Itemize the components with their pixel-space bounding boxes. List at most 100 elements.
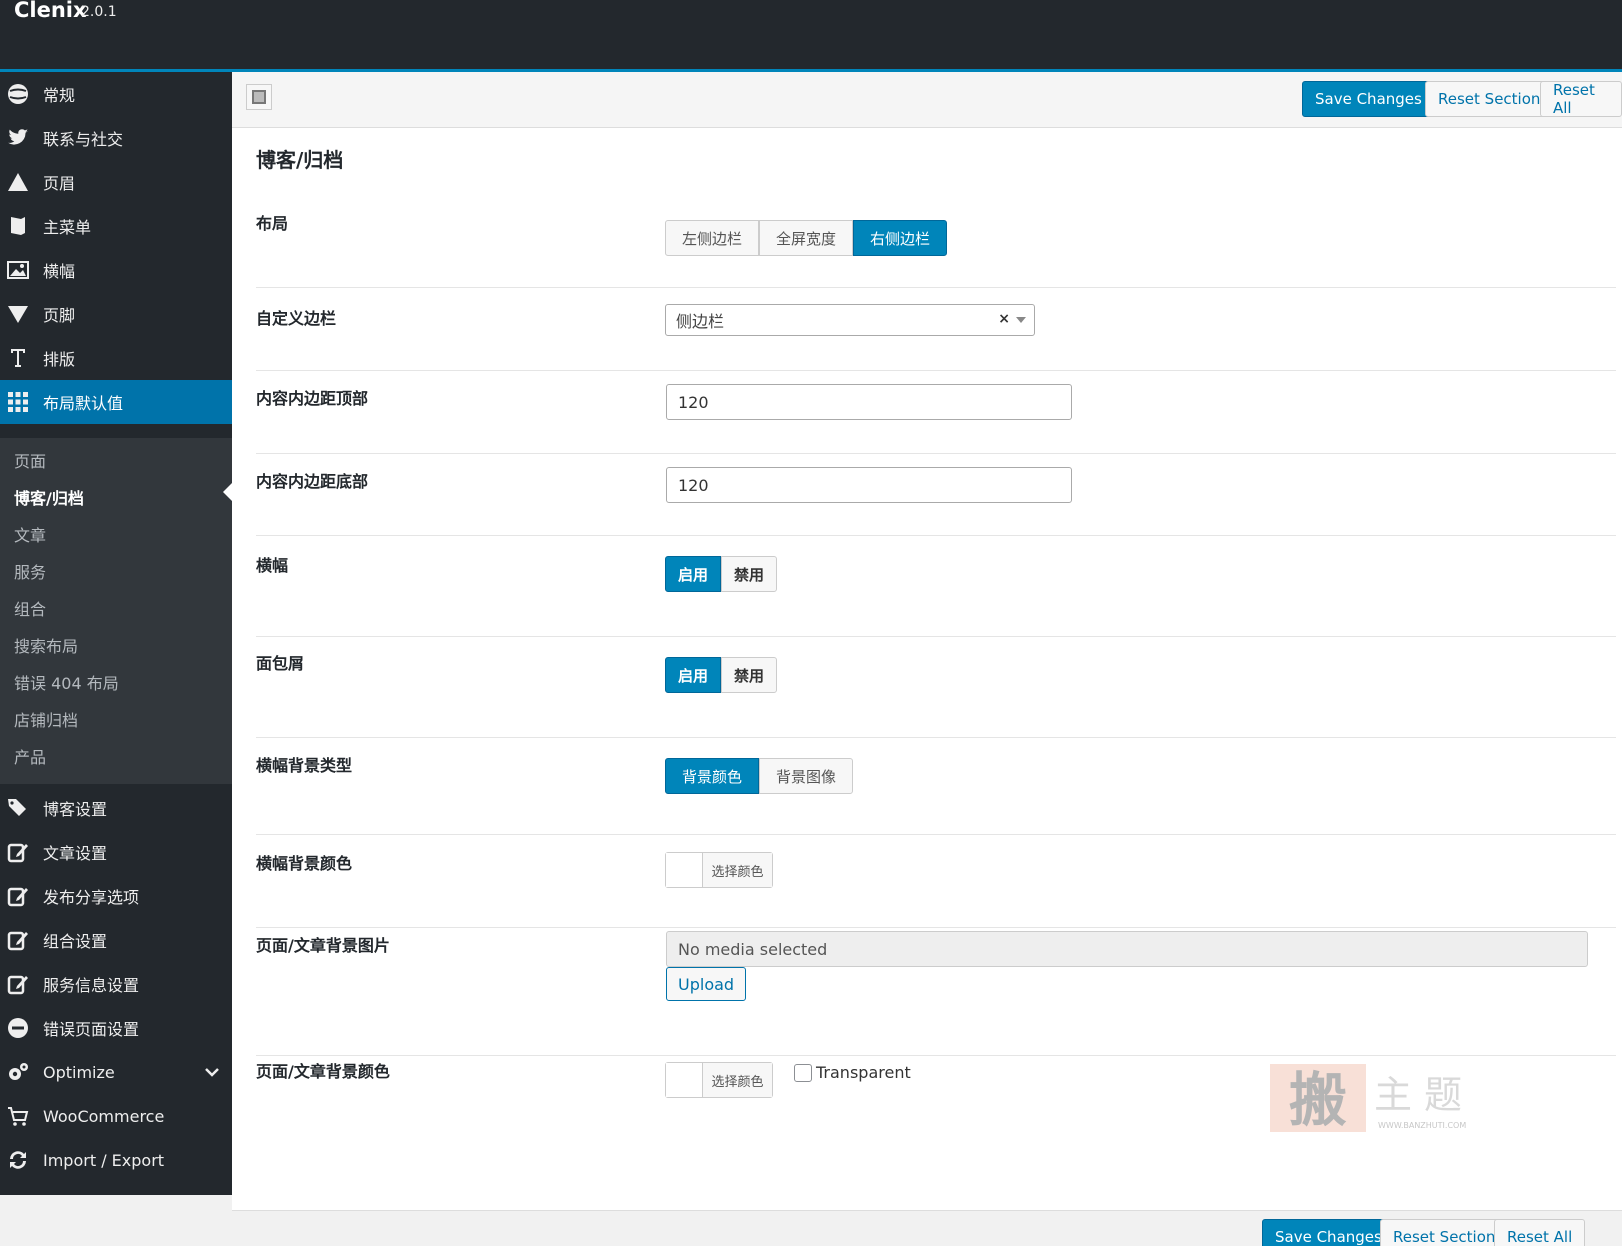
app-version: 2.0.1 [81,4,117,20]
banner-disable-button[interactable]: 禁用 [721,556,778,592]
submenu-item-post[interactable]: 文章 [14,522,46,546]
refresh-icon [5,1147,31,1173]
edit-icon [5,839,31,865]
bg-image-label: 页面/文章背景图片 [256,936,390,955]
divider [256,453,1616,454]
custom-sidebar-label: 自定义边栏 [256,309,337,328]
sidebar-item-label: 错误页面设置 [43,1020,140,1039]
reset-all-button-bottom[interactable]: Reset All [1494,1219,1586,1246]
minus-circle-icon [5,1015,31,1041]
divider [256,535,1616,536]
tags-icon [5,795,31,821]
layout-full-width-button[interactable]: 全屏宽度 [759,220,854,256]
select-color-label: 选择颜色 [703,1063,772,1097]
reset-section-button[interactable]: Reset Section [1425,81,1554,117]
banner-bg-color-label: 横幅背景颜色 [256,854,353,873]
banner-enable-button[interactable]: 启用 [665,556,722,592]
grid-icon [5,389,31,415]
transparent-checkbox[interactable] [794,1063,812,1082]
sidebar-item-banner[interactable]: 横幅 [0,248,232,292]
sidebar-item-post-settings[interactable]: 文章设置 [0,830,232,874]
banner-bg-image-option-button[interactable]: 背景图像 [759,758,854,794]
chevron-down-icon[interactable] [1016,317,1026,323]
section-title: 博客/归档 [256,148,344,172]
sidebar-item-typography[interactable]: 排版 [0,336,232,380]
breadcrumb-disable-button[interactable]: 禁用 [721,657,778,693]
gears-icon [5,1059,31,1085]
sidebar-item-label: Optimize [43,1062,115,1082]
breadcrumb-enable-button[interactable]: 启用 [665,657,722,693]
bg-color-picker[interactable]: 选择颜色 [665,1062,773,1098]
watermark-text: 主题 [1374,1073,1474,1117]
sidebar-item-header[interactable]: 页眉 [0,160,232,204]
sidebar-item-optimize[interactable]: Optimize [0,1050,232,1094]
submenu-item-404-layout[interactable]: 错误 404 布局 [14,670,119,694]
reset-all-button[interactable]: Reset All [1540,81,1622,117]
sidebar-item-label: 服务信息设置 [43,976,140,995]
sidebar-item-label: 博客设置 [43,800,108,819]
chevron-down-icon[interactable] [204,1064,220,1084]
top-header: Clenix 2.0.1 [0,0,1622,72]
banner-toggle-group: 启用 禁用 [665,556,778,592]
reset-section-button-bottom[interactable]: Reset Section [1380,1219,1509,1246]
current-indicator-arrow [223,483,232,501]
bottom-toolbar: Save Changes Reset Section Reset All [232,1210,1622,1246]
triangle-down-icon [5,301,31,327]
sidebar-item-label: 主菜单 [43,218,92,237]
sidebar-item-woocommerce[interactable]: WooCommerce [0,1094,232,1138]
sidebar-item-label: 文章设置 [43,844,108,863]
sidebar-item-label: 发布分享选项 [43,888,140,907]
transparent-label: Transparent [816,1063,911,1082]
submenu-item-blog-archive[interactable]: 博客/归档 [14,485,84,509]
custom-sidebar-select[interactable]: 侧边栏 × [665,304,1035,336]
sidebar-item-label: 联系与社交 [43,130,124,149]
options-panel: Save Changes Reset Section Reset All 博客/… [232,72,1622,1246]
sidebar-item-portfolio-settings[interactable]: 组合设置 [0,918,232,962]
submenu-item-shop-archive[interactable]: 店铺归档 [14,707,78,731]
color-swatch [666,1063,703,1097]
sidebar-item-blog-settings[interactable]: 博客设置 [0,786,232,830]
sidebar-item-service-settings[interactable]: 服务信息设置 [0,962,232,1006]
transparent-checkbox-wrap[interactable]: Transparent [794,1063,911,1082]
image-icon [5,257,31,283]
watermark-logo-glyph: 搬 [1289,1066,1347,1134]
twitter-icon [5,125,31,151]
submenu-item-page[interactable]: 页面 [14,448,46,472]
sidebar-item-contact-social[interactable]: 联系与社交 [0,116,232,160]
upload-button[interactable]: Upload [666,967,747,1001]
submenu-layout-defaults: 页面 博客/归档 文章 服务 组合 搜索布局 错误 404 布局 店铺归档 产品 [0,438,232,784]
sidebar-item-layout-defaults[interactable]: 布局默认值 [0,380,232,424]
sidebar-item-import-export[interactable]: Import / Export [0,1138,232,1182]
watermark-url: WWW.BANZHUTI.COM [1378,1121,1466,1130]
sidebar-item-general[interactable]: 常规 [0,72,232,116]
edit-icon [5,971,31,997]
edit-icon [5,883,31,909]
divider [256,370,1616,371]
padding-bottom-input[interactable] [666,467,1072,503]
banner-bg-color-picker[interactable]: 选择颜色 [665,852,773,888]
banner-bg-type-label: 横幅背景类型 [256,756,353,775]
sidebar-item-footer[interactable]: 页脚 [0,292,232,336]
clear-icon[interactable]: × [998,311,1010,327]
divider [256,834,1616,835]
save-changes-button[interactable]: Save Changes [1302,81,1435,117]
layout-right-sidebar-button[interactable]: 右侧边栏 [853,220,948,256]
padding-bottom-label: 内容内边距底部 [256,472,369,491]
sidebar-item-error-page-settings[interactable]: 错误页面设置 [0,1006,232,1050]
watermark-logo: 搬 主题 WWW.BANZHUTI.COM [1270,1064,1500,1134]
submenu-item-product[interactable]: 产品 [14,744,46,768]
submenu-item-search-layout[interactable]: 搜索布局 [14,633,78,657]
sidebar-item-label: 排版 [43,350,76,369]
submenu-item-portfolio[interactable]: 组合 [14,596,46,620]
sidebar-item-main-menu[interactable]: 主菜单 [0,204,232,248]
divider [256,737,1616,738]
expand-toggle-button[interactable] [246,84,272,110]
padding-top-input[interactable] [666,384,1072,420]
submenu-item-services[interactable]: 服务 [14,559,46,583]
sidebar-item-share-options[interactable]: 发布分享选项 [0,874,232,918]
layout-left-sidebar-button[interactable]: 左侧边栏 [665,220,760,256]
save-changes-button-bottom[interactable]: Save Changes [1262,1219,1395,1246]
banner-bg-color-option-button[interactable]: 背景颜色 [665,758,760,794]
expand-icon [252,90,266,104]
color-swatch [666,853,703,887]
